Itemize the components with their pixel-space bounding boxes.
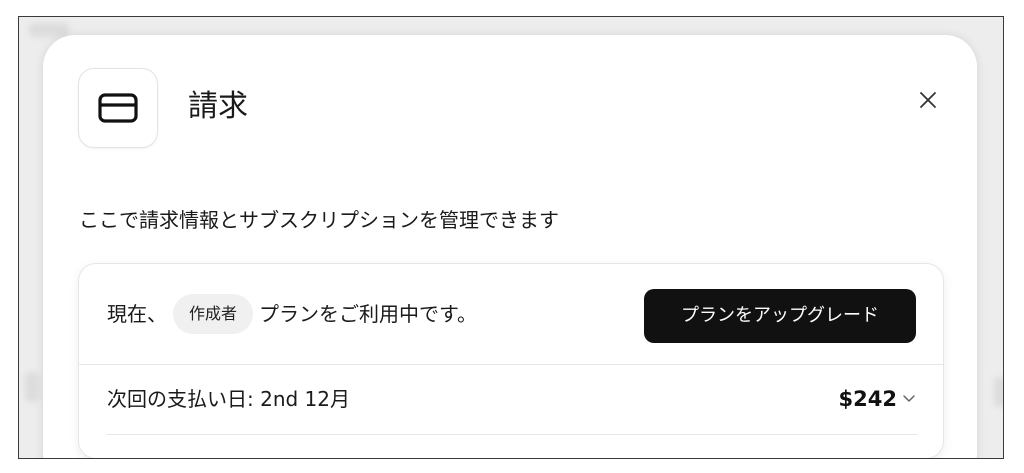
billing-dialog: 請求 ここで請求情報とサブスクリプションを管理できます 現在、 作成者 プランを…	[43, 35, 977, 458]
payment-amount-toggle[interactable]: $242	[839, 383, 917, 415]
current-plan-text: 現在、 作成者 プランをご利用中です。	[107, 294, 477, 334]
upgrade-plan-button[interactable]: プランをアップグレード	[644, 289, 916, 343]
background-blur	[29, 23, 69, 37]
close-button[interactable]	[913, 85, 943, 115]
dialog-description: ここで請求情報とサブスクリプションを管理できます	[79, 208, 559, 232]
plan-prefix: 現在、	[107, 302, 167, 326]
current-plan-row: 現在、 作成者 プランをご利用中です。 プランをアップグレード	[79, 264, 943, 365]
background-blur	[994, 377, 1003, 407]
close-icon	[920, 92, 936, 108]
payment-amount: $242	[838, 387, 897, 411]
next-payment-date: 次回の支払い日: 2nd 12月	[107, 387, 350, 411]
background-blur	[25, 372, 39, 402]
credit-card-icon	[98, 93, 138, 123]
plan-badge: 作成者	[173, 294, 254, 334]
billing-icon-container	[78, 68, 158, 148]
next-payment-row: 次回の支払い日: 2nd 12月 $242	[107, 364, 917, 435]
plan-suffix: プランをご利用中です。	[259, 302, 478, 326]
chevron-down-icon	[903, 395, 915, 402]
dialog-title: 請求	[188, 89, 248, 124]
billing-card: 現在、 作成者 プランをご利用中です。 プランをアップグレード 次回の支払い日:…	[78, 263, 944, 458]
screen-frame: 請求 ここで請求情報とサブスクリプションを管理できます 現在、 作成者 プランを…	[18, 16, 1004, 459]
